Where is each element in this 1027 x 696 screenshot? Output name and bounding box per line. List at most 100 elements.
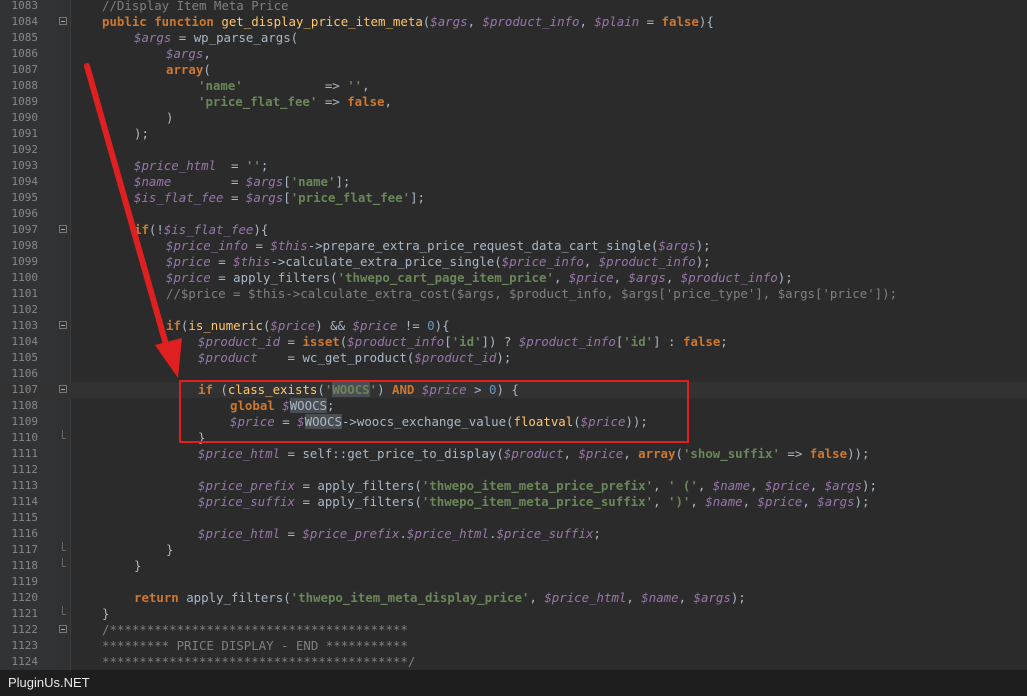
code-token: $product_info	[598, 254, 696, 269]
code-line[interactable]: 1085 $args = wp_parse_args(	[0, 30, 1027, 46]
code-text: 'price_flat_fee' => false,	[102, 94, 392, 110]
line-number: 1096	[11, 207, 39, 220]
code-token: $price_html	[406, 526, 489, 541]
code-line[interactable]: 1097 if(!$is_flat_fee){	[0, 222, 1027, 238]
code-token: isset	[302, 334, 340, 349]
code-line[interactable]: 1108 global $WOOCS;	[0, 398, 1027, 414]
code-line[interactable]: 1110}	[0, 430, 1027, 446]
code-token: $price	[578, 446, 624, 461]
code-line[interactable]: 1120 return apply_filters('thwepo_item_me…	[0, 590, 1027, 606]
code-line[interactable]: 1091);	[0, 126, 1027, 142]
code-token: $args	[134, 30, 172, 45]
code-line[interactable]: 1117}	[0, 542, 1027, 558]
code-line[interactable]: 1116 $price_html = $price_prefix.$price_h…	[0, 526, 1027, 542]
code-token: )	[377, 382, 393, 397]
code-token: ,	[529, 590, 545, 605]
code-token: if	[198, 382, 213, 397]
code-token: );	[134, 126, 149, 141]
line-number: 1099	[11, 255, 39, 268]
code-line[interactable]: 1121}	[0, 606, 1027, 622]
line-number: 1119	[11, 575, 39, 588]
code-text: //$price = $this->calculate_extra_cost($…	[102, 286, 897, 302]
code-line[interactable]: 1090)	[0, 110, 1027, 126]
code-token: );	[496, 350, 512, 365]
code-line[interactable]: 1092	[0, 142, 1027, 158]
fold-toggle-icon[interactable]	[59, 225, 67, 233]
code-line[interactable]: 1099 $price = $this->calculate_extra_pric…	[0, 254, 1027, 270]
code-token: $args	[817, 494, 855, 509]
fold-end-marker-icon	[62, 430, 66, 439]
code-lines: 1083 //Display Item Meta Price 1084 public …	[0, 0, 1027, 670]
code-line[interactable]: 1096	[0, 206, 1027, 222]
fold-toggle-icon[interactable]	[59, 17, 67, 25]
code-token: $product_id	[198, 334, 281, 349]
code-token: $price_prefix	[198, 478, 295, 493]
code-line[interactable]: 1112	[0, 462, 1027, 478]
code-token: return	[134, 590, 179, 605]
code-line[interactable]: 1119	[0, 574, 1027, 590]
code-token: ;	[720, 334, 728, 349]
code-line[interactable]: 1104 $product_id = isset($product_info['i…	[0, 334, 1027, 350]
code-line[interactable]: 1106	[0, 366, 1027, 382]
code-line[interactable]: 1102	[0, 302, 1027, 318]
code-token: 'name'	[198, 78, 243, 93]
code-line[interactable]: 1107 if (class_exists('WOOCS') AND $price…	[0, 382, 1027, 398]
code-line[interactable]: 1100 $price = apply_filters('thwepo_cart_…	[0, 270, 1027, 286]
code-token: false	[682, 334, 721, 349]
code-token: !=	[397, 318, 428, 333]
code-text: }	[102, 430, 205, 446]
code-token: 0	[489, 382, 497, 397]
code-token: $price_suffix	[496, 526, 594, 541]
code-token: $args	[693, 590, 731, 605]
code-line[interactable]: 1101 //$price = $this->calculate_extra_co…	[0, 286, 1027, 302]
code-line[interactable]: 1114 $price_suffix = apply_filters('thwep…	[0, 494, 1027, 510]
code-token: $price_html	[544, 590, 627, 605]
line-number: 1100	[11, 271, 39, 284]
line-number: 1121	[11, 607, 39, 620]
line-number: 1111	[11, 447, 39, 460]
code-text: if(!$is_flat_fee){	[102, 222, 268, 238]
code-token: apply_filters(	[233, 270, 338, 285]
code-token: =	[223, 190, 246, 205]
fold-toggle-icon[interactable]	[59, 321, 67, 329]
code-line[interactable]: 1084 public function get_display_price_it…	[0, 14, 1027, 30]
fold-toggle-icon[interactable]	[59, 625, 67, 633]
code-line[interactable]: 1115	[0, 510, 1027, 526]
code-token: $product_info	[518, 334, 616, 349]
line-number: 1092	[11, 143, 39, 156]
code-line[interactable]: 1105 $product = wc_get_product($product_i…	[0, 350, 1027, 366]
code-text: $price = apply_filters('thwepo_cart_page…	[102, 270, 793, 286]
code-token: );	[695, 254, 711, 269]
code-line[interactable]: 1123 ********* PRICE DISPLAY - END ******…	[0, 638, 1027, 654]
fold-toggle-icon[interactable]	[59, 385, 67, 393]
code-line[interactable]: 1093 $price_html = '';	[0, 158, 1027, 174]
code-token: ,	[653, 494, 668, 509]
code-line[interactable]: 1098 $price_info = $this->prepare_extra_p…	[0, 238, 1027, 254]
code-token: $args	[166, 46, 204, 61]
code-token: wc_get_product(	[302, 350, 415, 365]
code-line[interactable]: 1122 /***********************************…	[0, 622, 1027, 638]
code-line[interactable]: 1087 array(	[0, 62, 1027, 78]
code-token: $price	[765, 478, 810, 493]
code-text: $price_html = $price_prefix.$price_html.…	[102, 526, 601, 542]
code-line[interactable]: 1094 $name = $args['name'];	[0, 174, 1027, 190]
line-number: 1108	[11, 399, 39, 412]
code-editor[interactable]: 1083 //Display Item Meta Price 1084 public …	[0, 0, 1027, 670]
code-line[interactable]: 1103 if(is_numeric($price) && $price != 0…	[0, 318, 1027, 334]
code-line[interactable]: 1088 'name' => '',	[0, 78, 1027, 94]
code-line[interactable]: 1113 $price_prefix = apply_filters('thwep…	[0, 478, 1027, 494]
line-number: 1105	[11, 351, 39, 364]
code-line[interactable]: 1089 'price_flat_fee' => false,	[0, 94, 1027, 110]
code-token: =	[216, 158, 246, 173]
code-line[interactable]: 1118}	[0, 558, 1027, 574]
code-token: public function	[102, 14, 222, 29]
code-line[interactable]: 1124 ************************************…	[0, 654, 1027, 670]
code-line[interactable]: 1095 $is_flat_fee = $args['price_flat_fee…	[0, 190, 1027, 206]
code-token: $this	[233, 254, 271, 269]
code-line[interactable]: 1111 $price_html = self::get_price_to_dis…	[0, 446, 1027, 462]
code-token: );	[777, 270, 793, 285]
code-line[interactable]: 1086 $args,	[0, 46, 1027, 62]
code-line[interactable]: 1083 //Display Item Meta Price	[0, 0, 1027, 14]
watermark-footer: PluginUs.NET	[0, 670, 1027, 696]
code-line[interactable]: 1109 $price = $WOOCS->woocs_exchange_valu…	[0, 414, 1027, 430]
